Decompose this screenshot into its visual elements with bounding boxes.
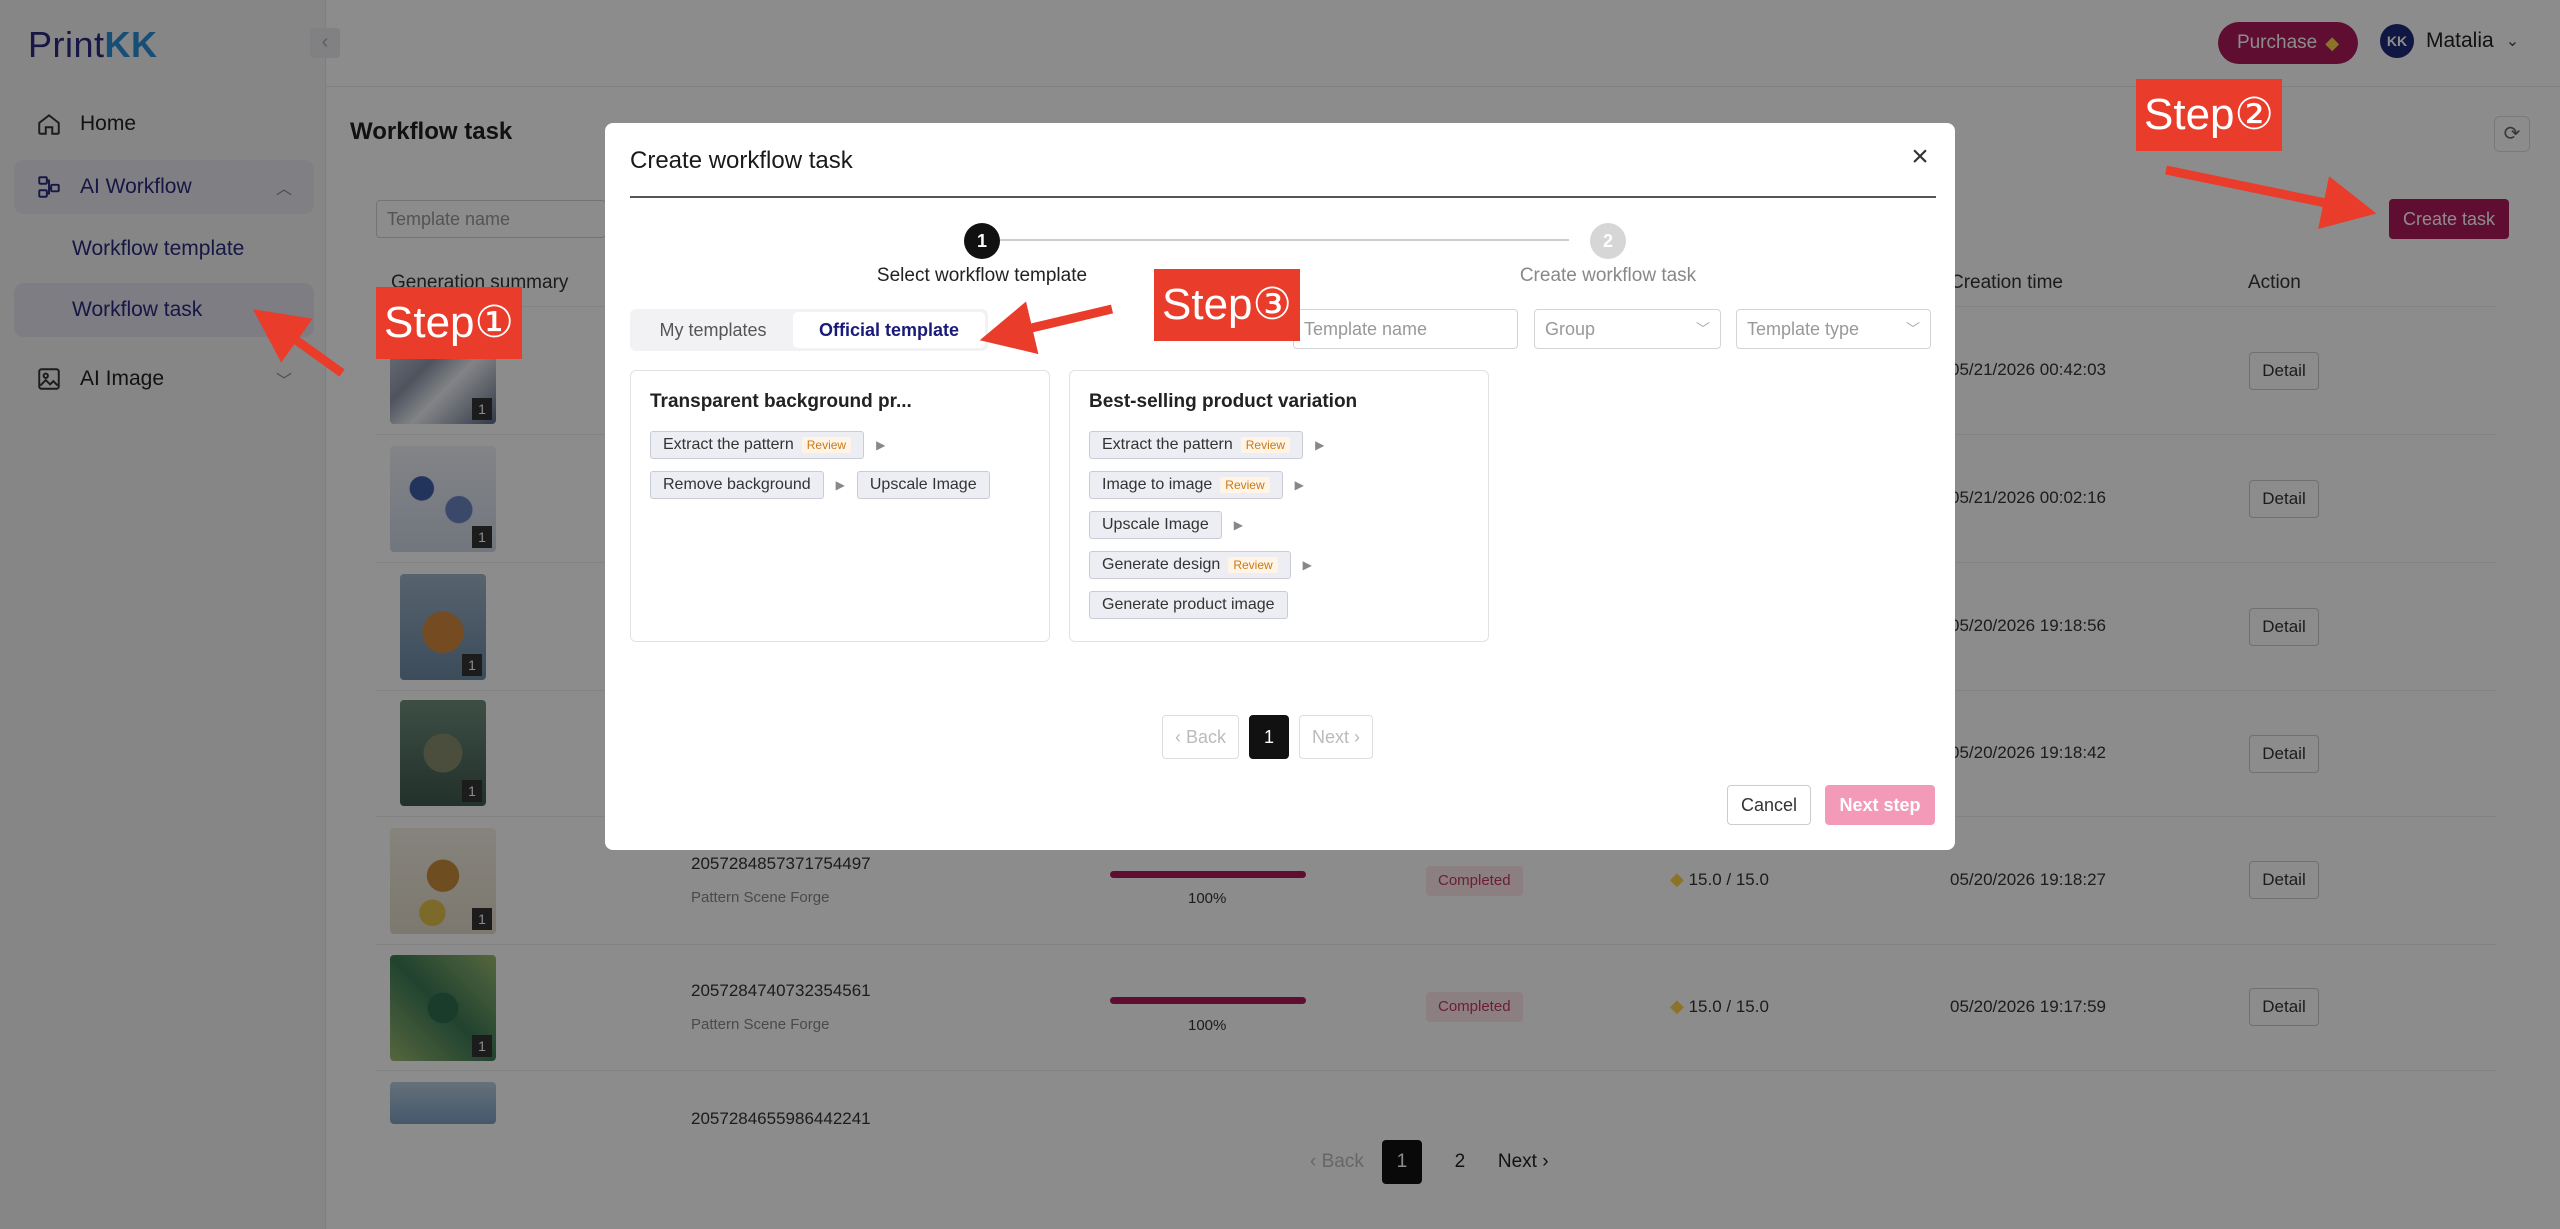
template-card[interactable]: Transparent background pr... Extract the… <box>630 370 1050 642</box>
workflow-chip-row: Extract the pattern Review ▶ <box>650 431 885 459</box>
template-name-filter[interactable]: Template name <box>1293 309 1518 349</box>
chip-label: Upscale Image <box>1102 516 1209 533</box>
chip-label: Generate product image <box>1102 596 1275 613</box>
template-tabs: My templates Official template <box>630 309 988 351</box>
review-badge: Review <box>1228 557 1278 573</box>
annotation-step-2: Step② <box>2136 79 2282 151</box>
template-card[interactable]: Best-selling product variation Extract t… <box>1069 370 1489 642</box>
step-2-number: 2 <box>1590 223 1626 259</box>
review-badge: Review <box>1240 437 1291 453</box>
group-select-placeholder: Group <box>1545 319 1596 339</box>
play-arrow-icon: ▶ <box>876 438 886 452</box>
step-1-number: 1 <box>964 223 1000 259</box>
chip-label: Image to image <box>1102 476 1213 493</box>
chevron-down-icon: ﹀ <box>1696 321 1710 337</box>
workflow-chip-row: Generate product image <box>1089 591 1288 619</box>
modal-pagination: ‹ Back 1 Next › <box>1162 715 1374 759</box>
chevron-down-icon: ﹀ <box>1906 321 1920 337</box>
next-step-button[interactable]: Next step <box>1825 785 1935 825</box>
step-1-label: Select workflow template <box>876 265 1088 286</box>
play-arrow-icon: ▶ <box>1302 558 1312 572</box>
modal-pagination-back[interactable]: ‹ Back <box>1162 715 1240 759</box>
workflow-step-chip: Generate product image <box>1089 591 1288 619</box>
review-badge: Review <box>801 437 852 453</box>
play-arrow-icon: ▶ <box>835 478 845 492</box>
workflow-step-chip: Image to image Review <box>1089 471 1283 499</box>
workflow-step-chip: Extract the pattern Review <box>1089 431 1304 459</box>
modal-title: Create workflow task <box>630 147 853 174</box>
modal-divider <box>630 196 1936 198</box>
workflow-step-chip: Extract the pattern Review <box>650 431 865 459</box>
modal-pagination-next[interactable]: Next › <box>1299 715 1374 759</box>
template-card-title: Transparent background pr... <box>650 391 912 412</box>
play-arrow-icon: ▶ <box>1294 478 1304 492</box>
chip-label: Upscale Image <box>869 476 977 493</box>
workflow-step-chip: Remove background <box>650 471 824 499</box>
workflow-step-chip: Upscale Image <box>856 471 990 499</box>
stepper-step-2: 2 Create workflow task <box>1493 223 1723 287</box>
modal-page-1[interactable]: 1 <box>1249 715 1290 759</box>
group-select[interactable]: Group ﹀ <box>1534 309 1721 349</box>
create-workflow-task-modal: Create workflow task × 1 Select workflow… <box>605 123 1955 850</box>
workflow-chip-row: Remove background ▶ Upscale Image <box>650 471 990 499</box>
workflow-chip-row: Upscale Image ▶ <box>1089 511 1243 539</box>
template-type-placeholder: Template type <box>1747 319 1860 339</box>
chip-label: Extract the pattern <box>663 436 794 453</box>
pagination-next-label: Next <box>1312 726 1350 747</box>
close-icon[interactable]: × <box>1905 142 1935 173</box>
workflow-step-chip: Generate design Review <box>1089 551 1291 579</box>
play-arrow-icon: ▶ <box>1315 438 1325 452</box>
workflow-step-chip: Upscale Image <box>1089 511 1222 539</box>
cancel-button[interactable]: Cancel <box>1727 785 1811 825</box>
chip-label: Extract the pattern <box>1102 436 1233 453</box>
tab-my-templates[interactable]: My templates <box>633 312 793 348</box>
annotation-step-3: Step③ <box>1154 269 1300 341</box>
step-2-label: Create workflow task <box>1519 265 1697 286</box>
workflow-chip-row: Image to image Review ▶ <box>1089 471 1304 499</box>
template-type-select[interactable]: Template type ﹀ <box>1736 309 1931 349</box>
stepper-step-1: 1 Select workflow template <box>849 223 1115 287</box>
chip-label: Remove background <box>663 476 811 493</box>
workflow-chip-row: Generate design Review ▶ <box>1089 551 1312 579</box>
play-arrow-icon: ▶ <box>1233 518 1243 532</box>
tab-official-template[interactable]: Official template <box>793 312 985 348</box>
chip-label: Generate design <box>1102 556 1221 573</box>
template-card-title: Best-selling product variation <box>1089 391 1358 412</box>
annotation-step-1: Step① <box>376 287 522 359</box>
review-badge: Review <box>1220 477 1270 493</box>
workflow-chip-row: Extract the pattern Review ▶ <box>1089 431 1324 459</box>
pagination-back-label: Back <box>1186 726 1227 747</box>
